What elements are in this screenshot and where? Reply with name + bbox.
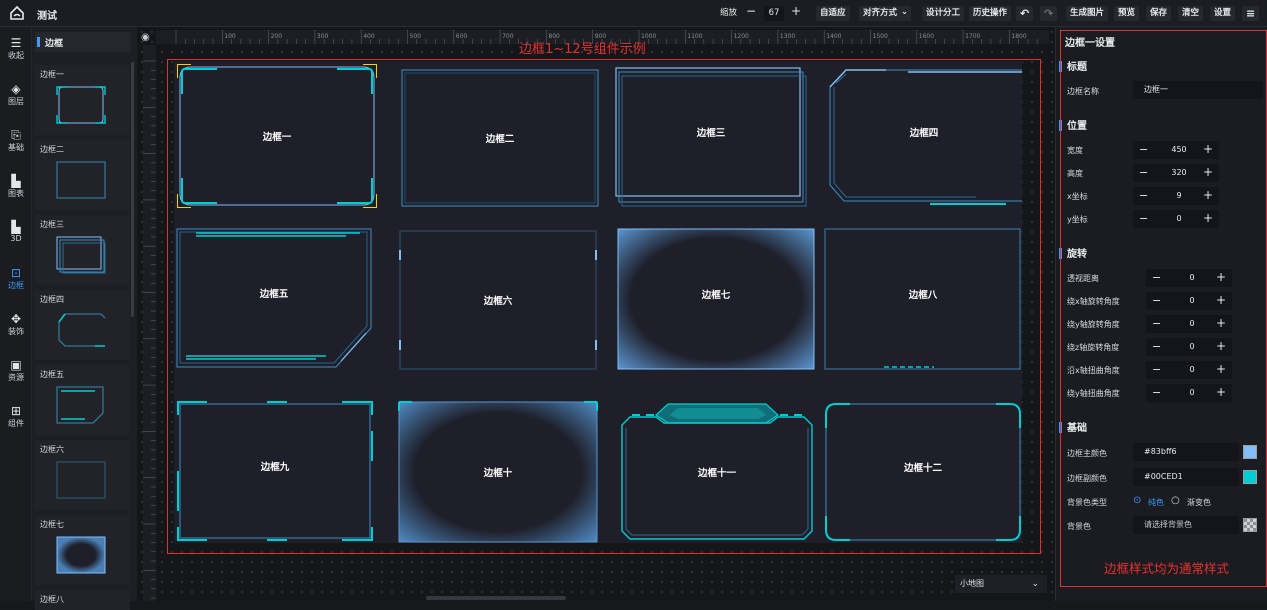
panel-annotation: 边框样式均为通常样式: [1104, 561, 1230, 576]
vertical-ruler-ticks: [143, 60, 156, 599]
sidebar-item-collapse[interactable]: ☰ 收起: [0, 36, 32, 61]
component-icon: ⊞: [10, 404, 22, 418]
zoom-label: 缩放: [720, 8, 738, 18]
sidebar: ☰ 收起 ◈ 图层 ⎘ 基础 ▙ 图表 ▙ 3D ⊡ 边框 ✥ 装饰 ▣ 资源 ⊞ 组件: [0, 27, 32, 601]
zoom-in-button[interactable]: +: [791, 4, 801, 19]
3d-icon: ▙: [11, 220, 21, 234]
component-card-border3[interactable]: 边框三: [35, 215, 130, 285]
fit-button[interactable]: 自适应: [816, 6, 850, 21]
component-card-border6[interactable]: 边框六: [35, 440, 130, 510]
annotation-box-panel: [1060, 30, 1267, 587]
ruler-tick-label: 1600: [919, 33, 934, 40]
eye-icon[interactable]: ◉: [141, 32, 150, 43]
minimap-toggle[interactable]: 小地图 ⌄: [955, 575, 1047, 593]
ruler-tick-label: 300: [317, 33, 329, 40]
ruler-tick-label: 1100: [687, 33, 702, 40]
resource-icon: ▣: [10, 358, 22, 372]
sidebar-item-resource[interactable]: ▣ 资源: [0, 358, 32, 383]
component-list: 边框 边框一 边框二 边框三 边框四 边框五 边框六 边框七 边框八: [32, 27, 137, 610]
border-icon: ⊡: [10, 266, 22, 280]
design-button[interactable]: 设计分工: [922, 6, 965, 21]
settings-button[interactable]: 设置: [1210, 6, 1236, 21]
clear-button[interactable]: 清空: [1178, 6, 1204, 21]
vertical-ruler: [143, 45, 156, 601]
ruler-tick-label: 200: [271, 33, 283, 40]
align-label: 对齐方式: [863, 8, 898, 18]
generate-image-button[interactable]: 生成图片: [1066, 6, 1109, 21]
ruler-tick-label: 1700: [965, 33, 980, 40]
layers-icon: ◈: [11, 82, 21, 96]
component-card-border8[interactable]: 边框八: [35, 590, 130, 610]
canvas-horizontal-scrollbar[interactable]: [156, 596, 1049, 600]
component-card-border4[interactable]: 边框四: [35, 290, 130, 360]
sidebar-item-border[interactable]: ⊡ 边框: [0, 266, 32, 291]
align-dropdown[interactable]: 对齐方式 ⌄: [859, 6, 912, 21]
ruler-tick-label: 600: [456, 33, 468, 40]
component-card-border5[interactable]: 边框五: [35, 365, 130, 435]
sidebar-item-chart[interactable]: ▙ 图表: [0, 174, 32, 199]
ruler-tick-label: 1500: [873, 33, 888, 40]
ruler-tick-label: 1200: [734, 33, 749, 40]
chevron-down-icon: ⌄: [1031, 579, 1039, 589]
sidebar-item-3d[interactable]: ▙ 3D: [0, 220, 32, 243]
save-button[interactable]: 保存: [1146, 6, 1172, 21]
zoom-value[interactable]: 67: [764, 6, 784, 21]
border1-thumbnail: [56, 86, 106, 124]
border6-thumbnail: [56, 461, 106, 499]
ruler-tick-label: 1400: [826, 33, 841, 40]
border5-thumbnail: [56, 386, 104, 424]
component-card-border7[interactable]: 边框七: [35, 515, 130, 585]
component-list-header: 边框: [35, 32, 131, 52]
collapse-icon: ☰: [10, 36, 22, 50]
chart-icon: ▙: [11, 174, 21, 188]
sidebar-item-component[interactable]: ⊞ 组件: [0, 404, 32, 429]
chevron-down-icon: ⌄: [900, 7, 909, 17]
ruler-tick-label: 700: [502, 33, 514, 40]
sidebar-item-layers[interactable]: ◈ 图层: [0, 82, 32, 107]
top-toolbar: 测试 缩放 − 67 + 自适应 对齐方式 ⌄ 设计分工 历史操作 ↶ ↷ 生成图…: [0, 0, 1267, 27]
sidebar-item-basic[interactable]: ⎘ 基础: [0, 128, 32, 153]
decoration-icon: ✥: [10, 312, 22, 326]
home-logo-icon[interactable]: [9, 5, 25, 21]
history-button[interactable]: 历史操作: [969, 6, 1012, 21]
border2-thumbnail: [56, 161, 106, 199]
sidebar-item-decoration[interactable]: ✥ 装饰: [0, 312, 32, 337]
ruler-tick-label: 1800: [1011, 33, 1026, 40]
canvas-annotation: 边框1~12号组件示例: [519, 42, 646, 57]
border4-thumbnail: [58, 313, 106, 347]
border3-thumbnail: [56, 236, 106, 274]
menu-icon[interactable]: ≡: [1242, 6, 1260, 21]
component-card-border2[interactable]: 边框二: [35, 140, 130, 210]
undo-icon[interactable]: ↶: [1016, 6, 1034, 21]
app-title: 测试: [37, 11, 57, 22]
border7-thumbnail: [56, 536, 106, 574]
annotation-box-canvas: [167, 59, 1041, 554]
scrollbar-thumb[interactable]: [426, 596, 566, 600]
redo-icon[interactable]: ↷: [1040, 6, 1058, 21]
ruler-tick-label: 500: [410, 33, 422, 40]
ruler-tick-label: 400: [363, 33, 375, 40]
component-card-border1[interactable]: 边框一: [35, 65, 130, 135]
zoom-out-button[interactable]: −: [746, 4, 756, 19]
preview-button[interactable]: 预览: [1114, 6, 1140, 21]
basic-icon: ⎘: [11, 128, 21, 142]
ruler-tick-label: 1300: [780, 33, 795, 40]
component-list-scrollbar[interactable]: [131, 62, 134, 317]
ruler-tick-label: 100: [224, 33, 236, 40]
